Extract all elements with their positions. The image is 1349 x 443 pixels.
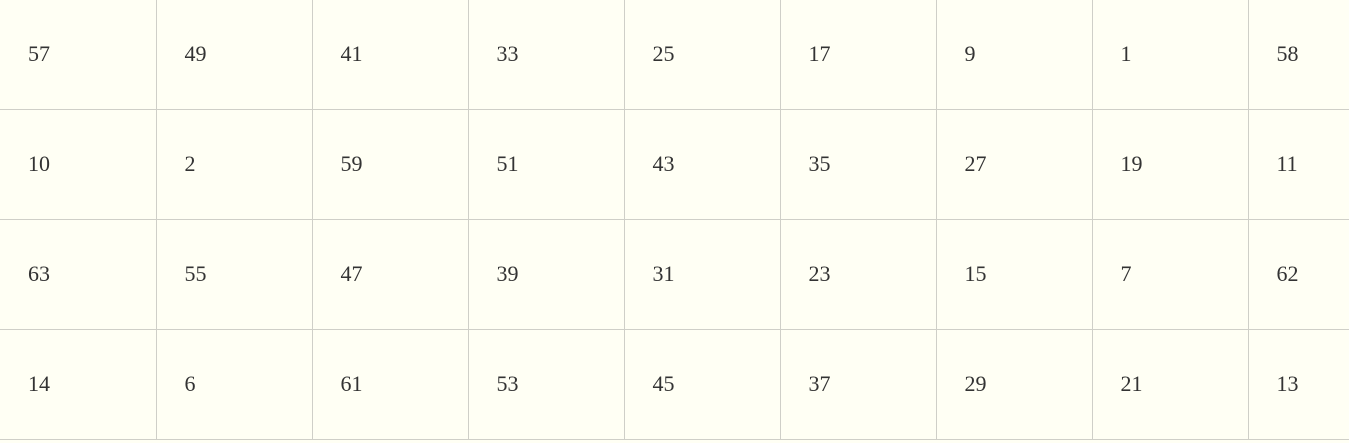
table-cell: 37 [780, 329, 937, 440]
table-cell: 10 [0, 109, 157, 220]
table-cell: 1 [1092, 0, 1249, 110]
table-cell: 27 [936, 109, 1093, 220]
table-cell: 47 [312, 219, 469, 330]
table-cell: 58 [1248, 0, 1349, 110]
table-cell: 43 [624, 109, 781, 220]
table-row: 63 55 47 39 31 23 15 7 62 [0, 219, 1349, 330]
table-cell: 14 [0, 329, 157, 440]
table-cell: 17 [780, 0, 937, 110]
table-cell: 39 [468, 219, 625, 330]
table-cell: 35 [780, 109, 937, 220]
number-grid: 57 49 41 33 25 17 9 1 58 10 2 59 51 43 3… [0, 0, 1349, 440]
table-cell: 9 [936, 0, 1093, 110]
table-cell: 53 [468, 329, 625, 440]
table-cell: 11 [1248, 109, 1349, 220]
table-cell: 31 [624, 219, 781, 330]
table-cell: 13 [1248, 329, 1349, 440]
table-cell: 2 [156, 109, 313, 220]
table-cell: 7 [1092, 219, 1249, 330]
table-cell: 23 [780, 219, 937, 330]
table-row: 57 49 41 33 25 17 9 1 58 [0, 0, 1349, 110]
table-cell: 45 [624, 329, 781, 440]
table-cell: 21 [1092, 329, 1249, 440]
table-cell: 29 [936, 329, 1093, 440]
table-cell: 41 [312, 0, 469, 110]
table-cell: 19 [1092, 109, 1249, 220]
table-cell: 62 [1248, 219, 1349, 330]
table-cell: 25 [624, 0, 781, 110]
table-row: 14 6 61 53 45 37 29 21 13 [0, 329, 1349, 440]
table-cell: 57 [0, 0, 157, 110]
table-cell: 33 [468, 0, 625, 110]
table-cell: 49 [156, 0, 313, 110]
table-cell: 55 [156, 219, 313, 330]
table-cell: 6 [156, 329, 313, 440]
table-cell: 63 [0, 219, 157, 330]
table-row: 10 2 59 51 43 35 27 19 11 [0, 109, 1349, 220]
table-cell: 15 [936, 219, 1093, 330]
table-cell: 59 [312, 109, 469, 220]
table-cell: 51 [468, 109, 625, 220]
table-cell: 61 [312, 329, 469, 440]
